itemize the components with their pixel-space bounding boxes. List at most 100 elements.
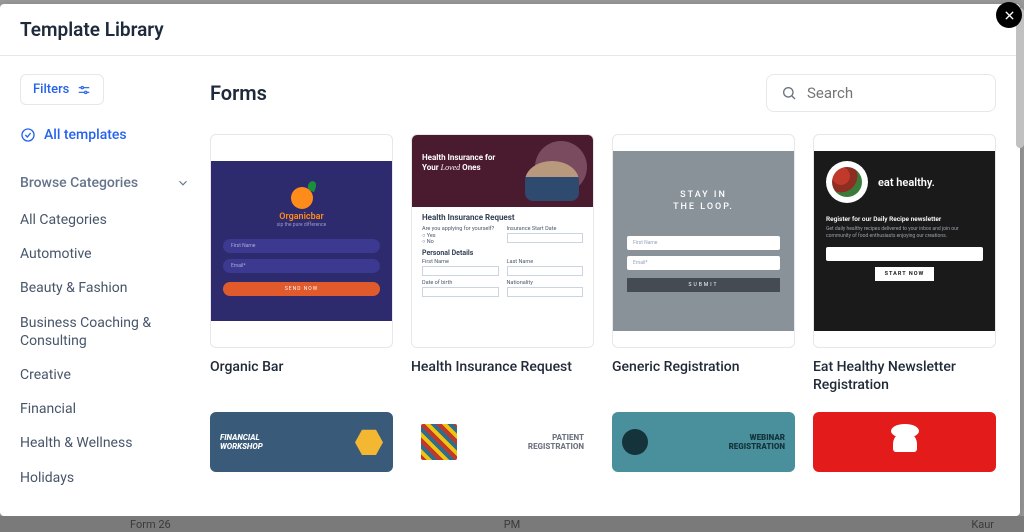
search-input-wrapper[interactable] [766, 74, 996, 112]
category-item[interactable]: Holidays [20, 469, 190, 487]
category-item[interactable]: Business Coaching & Consulting [20, 314, 190, 350]
thumb-label: Insurance Start Date [507, 226, 584, 232]
thumb-submit: START NOW [875, 267, 935, 281]
thumb-tagline: sip the pure difference [277, 222, 327, 228]
browse-categories-toggle[interactable]: Browse Categories [20, 175, 190, 191]
thumb-health: Health Insurance for Your Loved Ones Hea… [412, 135, 593, 347]
footer-time-suffix: PM [504, 518, 521, 531]
hero-line: Ones [460, 163, 480, 172]
thumb-field: Email* [223, 259, 380, 273]
template-card-webinar-registration[interactable]: WEBINARREGISTRATION [612, 412, 795, 472]
category-item[interactable]: All Categories [20, 211, 190, 229]
category-list: All Categories Automotive Beauty & Fashi… [20, 211, 190, 487]
chef-hat-icon [893, 432, 917, 452]
template-card-eat-healthy[interactable]: eat healthy. Register for our Daily Reci… [813, 134, 996, 394]
browse-label: Browse Categories [20, 175, 138, 191]
thumb-subtitle: Health Insurance Request [422, 213, 583, 222]
radio-label: No [427, 239, 434, 245]
template-card-financial-workshop[interactable]: FINANCIALWORKSHOP [210, 412, 393, 472]
thumb-hero-row: eat healthy. [826, 161, 983, 203]
category-item[interactable]: Automotive [20, 245, 190, 263]
badge-icon [622, 429, 648, 455]
thumb-input [422, 266, 499, 276]
template-thumbnail: eat healthy. Register for our Daily Reci… [813, 134, 996, 348]
hexagon-icon [355, 428, 383, 456]
thumb-label: Date of birth [422, 280, 499, 286]
template-card-organic-bar[interactable]: Organicbar sip the pure difference First… [210, 134, 393, 394]
modal-body: Filters All templates Browse Categories … [0, 56, 1020, 516]
orange-logo-icon [291, 187, 313, 209]
thumb-eat: eat healthy. Register for our Daily Reci… [814, 151, 995, 331]
thumb-label: Last Name [507, 259, 584, 265]
all-templates-label: All templates [44, 127, 127, 143]
template-thumbnail: STAY INTHE LOOP. First Name Email* SUBMI… [612, 134, 795, 348]
thumb-brand: Organicbar [279, 212, 324, 222]
thumb-headline: WEBINARREGISTRATION [729, 433, 785, 452]
category-item[interactable]: Financial [20, 400, 190, 418]
template-thumbnail: WEBINARREGISTRATION [612, 412, 795, 472]
all-templates-link[interactable]: All templates [20, 127, 190, 143]
template-card-generic-registration[interactable]: STAY INTHE LOOP. First Name Email* SUBMI… [612, 134, 795, 394]
thumb-label: Nationality [507, 280, 584, 286]
close-icon [1003, 9, 1016, 22]
thumb-input [507, 287, 584, 297]
template-title: Health Insurance Request [411, 358, 594, 376]
thumb-headline: PATIENTREGISTRATION [465, 433, 584, 452]
background-footer: Form 26 PM Kaur [0, 516, 1024, 532]
thumb-description: Get daily healthy recipes delivered to y… [826, 226, 983, 239]
thumb-input [422, 287, 499, 297]
thumb-organicbar: Organicbar sip the pure difference First… [211, 161, 392, 321]
template-thumbnail: Organicbar sip the pure difference First… [210, 134, 393, 348]
chevron-down-icon [176, 176, 190, 190]
check-circle-icon [20, 127, 36, 143]
thumb-financial: FINANCIALWORKSHOP [210, 412, 393, 472]
modal-header: Template Library [0, 4, 1020, 56]
footer-user-name: Kaur [971, 518, 994, 531]
thumb-subtitle: Register for our Daily Recipe newsletter [826, 215, 983, 223]
thumb-label: Are you applying for yourself? [422, 226, 499, 232]
template-title: Generic Registration [612, 358, 795, 376]
family-photo-icon [519, 141, 587, 201]
thumb-headline: STAY INTHE LOOP. [673, 190, 734, 213]
vertical-scrollbar[interactable] [1016, 8, 1024, 148]
main-panel: Forms Organicbar sip the pure difference… [210, 56, 1020, 516]
thumb-section: Personal Details [422, 249, 583, 257]
thumb-field [826, 247, 983, 261]
category-item[interactable]: Creative [20, 366, 190, 384]
hero-line-italic: Loved [441, 163, 461, 172]
thumb-radio: ○ No [422, 239, 499, 245]
main-header-row: Forms [210, 74, 996, 112]
template-card-chef[interactable] [813, 412, 996, 472]
thumb-field: First Name [627, 236, 780, 250]
thumb-headline: FINANCIALWORKSHOP [220, 433, 263, 452]
close-button[interactable] [996, 2, 1022, 28]
hero-line: Health Insurance for [422, 153, 495, 162]
template-thumbnail: Health Insurance for Your Loved Ones Hea… [411, 134, 594, 348]
thumb-label: First Name [422, 259, 499, 265]
footer-form-name: Form 26 [130, 518, 171, 531]
thumb-chef [813, 412, 996, 472]
template-thumbnail [813, 412, 996, 472]
thumb-generic: STAY INTHE LOOP. First Name Email* SUBMI… [613, 151, 794, 331]
category-item[interactable]: Health & Wellness [20, 434, 190, 452]
template-thumbnail: FINANCIALWORKSHOP [210, 412, 393, 472]
template-card-health-insurance[interactable]: Health Insurance for Your Loved Ones Hea… [411, 134, 594, 394]
thumb-submit: SUBMIT [627, 278, 780, 292]
filters-button[interactable]: Filters [20, 74, 104, 105]
template-title: Eat Healthy Newsletter Registration [813, 358, 996, 394]
template-thumbnail: PATIENTREGISTRATION [411, 412, 594, 472]
thumb-patient: PATIENTREGISTRATION [411, 412, 594, 472]
thumb-field: Email* [627, 256, 780, 270]
template-grid: Organicbar sip the pure difference First… [210, 134, 996, 472]
search-icon [781, 85, 797, 101]
filters-label: Filters [33, 82, 69, 97]
search-input[interactable] [805, 83, 981, 103]
sliders-icon [77, 83, 91, 97]
category-item[interactable]: Beauty & Fashion [20, 279, 190, 297]
template-card-patient-registration[interactable]: PATIENTREGISTRATION [411, 412, 594, 472]
thumb-hero: Health Insurance for Your Loved Ones [412, 135, 593, 207]
modal-title: Template Library [20, 18, 1000, 41]
browse-categories-section: Browse Categories All Categories Automot… [20, 175, 190, 487]
thumb-field: First Name [223, 239, 380, 253]
section-heading: Forms [210, 81, 267, 105]
